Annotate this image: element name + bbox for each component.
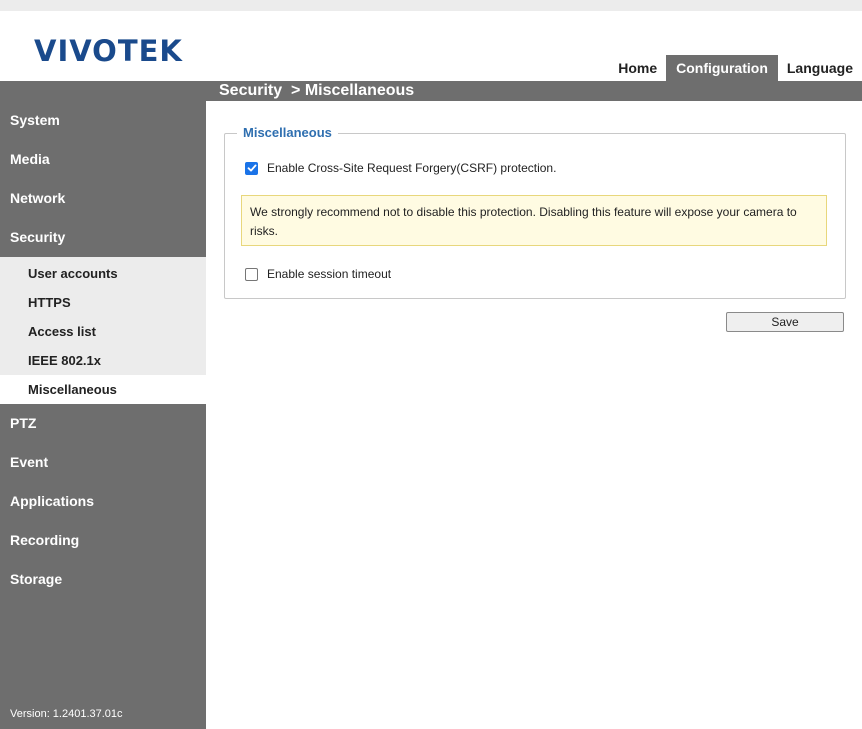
csrf-label: Enable Cross-Site Request Forgery(CSRF) … xyxy=(267,161,557,175)
tab-configuration[interactable]: Configuration xyxy=(666,55,778,81)
sidebar-item-recording[interactable]: Recording xyxy=(0,521,206,560)
checkmark-icon xyxy=(247,164,256,172)
sidebar: System Media Network Security User accou… xyxy=(0,101,206,729)
csrf-option-row: Enable Cross-Site Request Forgery(CSRF) … xyxy=(245,161,556,175)
vivotek-logo: VIVOTEK xyxy=(34,34,183,68)
tab-language[interactable]: Language xyxy=(778,55,862,81)
security-submenu: User accounts HTTPS Access list IEEE 802… xyxy=(0,257,206,404)
csrf-warning: We strongly recommend not to disable thi… xyxy=(241,195,827,246)
sidebar-item-network[interactable]: Network xyxy=(0,179,206,218)
sidebar-item-applications[interactable]: Applications xyxy=(0,482,206,521)
sidebar-subitem-https[interactable]: HTTPS xyxy=(0,288,206,317)
session-timeout-checkbox[interactable] xyxy=(245,267,258,281)
sidebar-item-media[interactable]: Media xyxy=(0,140,206,179)
tab-home[interactable]: Home xyxy=(609,55,666,81)
session-timeout-label: Enable session timeout xyxy=(267,267,392,281)
miscellaneous-fieldset: Miscellaneous Enable Cross-Site Request … xyxy=(224,125,846,299)
top-strip xyxy=(0,0,862,11)
breadcrumb: Security > Miscellaneous xyxy=(219,82,415,99)
sidebar-subitem-user-accounts[interactable]: User accounts xyxy=(0,259,206,288)
top-navigation: Home Configuration Language xyxy=(609,55,862,81)
session-option-row: Enable session timeout xyxy=(245,267,391,281)
fieldset-legend: Miscellaneous xyxy=(237,125,338,141)
csrf-checkbox[interactable] xyxy=(245,161,258,175)
sidebar-item-storage[interactable]: Storage xyxy=(0,560,206,599)
sidebar-subitem-miscellaneous[interactable]: Miscellaneous xyxy=(0,375,206,404)
sidebar-item-system[interactable]: System xyxy=(0,101,206,140)
sidebar-item-ptz[interactable]: PTZ xyxy=(0,404,206,443)
title-bar: Security > Miscellaneous xyxy=(0,81,862,101)
version-label: Version: 1.2401.37.01c xyxy=(10,708,123,720)
sidebar-subitem-ieee-8021x[interactable]: IEEE 802.1x xyxy=(0,346,206,375)
sidebar-subitem-access-list[interactable]: Access list xyxy=(0,317,206,346)
save-button[interactable]: Save xyxy=(726,312,844,332)
sidebar-item-security[interactable]: Security xyxy=(0,218,206,257)
sidebar-item-event[interactable]: Event xyxy=(0,443,206,482)
